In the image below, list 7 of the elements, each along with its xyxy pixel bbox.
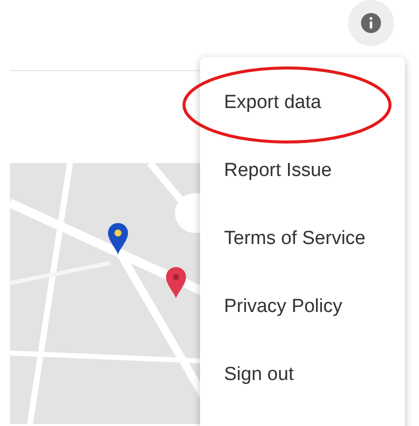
menu-item[interactable]: Export data: [224, 88, 322, 118]
menu-item[interactable]: Privacy Policy: [224, 292, 342, 322]
menu-item[interactable]: Sign out: [224, 360, 294, 390]
menu-item[interactable]: Report Issue: [224, 156, 332, 186]
info-button[interactable]: [348, 0, 394, 46]
info-icon: [361, 13, 381, 33]
menu-item[interactable]: Terms of Service: [224, 224, 366, 254]
